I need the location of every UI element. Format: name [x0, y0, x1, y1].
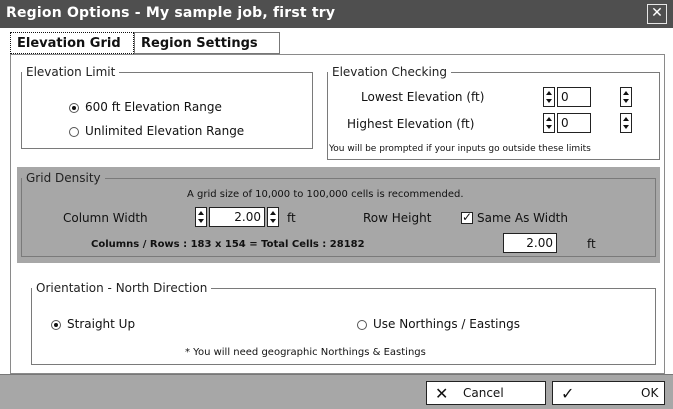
unlimited-range-label: Unlimited Elevation Range	[85, 124, 245, 138]
dialog-footer: ✕ Cancel ✓ OK	[0, 374, 673, 409]
cancel-button[interactable]: ✕ Cancel	[426, 381, 546, 405]
column-width-input[interactable]: 2.00	[209, 207, 265, 227]
grid-density-legend: Grid Density	[26, 171, 101, 185]
same-as-width-label: Same As Width	[477, 211, 568, 225]
ok-label: OK	[641, 386, 659, 400]
lowest-spin-left[interactable]	[543, 87, 555, 107]
use-northings-radio[interactable]	[357, 320, 367, 330]
row-height-label: Row Height	[363, 211, 432, 225]
ok-button[interactable]: ✓ OK	[552, 381, 665, 405]
column-width-unit: ft	[287, 211, 296, 225]
range-600-radio[interactable]	[69, 103, 79, 113]
ok-check-icon: ✓	[561, 384, 575, 403]
elevation-limit-legend: Elevation Limit	[26, 65, 116, 79]
row-height-unit: ft	[587, 237, 596, 251]
tab-region-settings[interactable]: Region Settings	[134, 32, 280, 54]
cancel-label: Cancel	[463, 386, 504, 400]
column-width-spin-left[interactable]	[195, 207, 207, 227]
range-600-label: 600 ft Elevation Range	[85, 100, 222, 114]
unlimited-range-radio[interactable]	[69, 127, 79, 137]
highest-spin-left[interactable]	[543, 113, 555, 133]
straight-up-radio[interactable]	[51, 320, 61, 330]
title-bar: Region Options - My sample job, first tr…	[0, 0, 673, 28]
cancel-icon: ✕	[435, 384, 449, 403]
grid-summary: Columns / Rows : 183 x 154 = Total Cells…	[91, 239, 365, 250]
straight-up-label: Straight Up	[67, 317, 136, 331]
tab-elevation-grid[interactable]: Elevation Grid	[10, 32, 134, 54]
lowest-elevation-input[interactable]: 0	[557, 87, 591, 107]
same-as-width-checkbox[interactable]	[461, 210, 473, 224]
orientation-note: * You will need geographic Northings & E…	[185, 347, 426, 358]
lowest-spin-right[interactable]	[620, 87, 632, 107]
column-width-spin-right[interactable]	[267, 207, 279, 227]
lowest-elevation-label: Lowest Elevation (ft)	[361, 90, 485, 104]
highest-elevation-input[interactable]: 0	[557, 113, 591, 133]
elevation-checking-note: You will be prompted if your inputs go o…	[329, 144, 591, 154]
orientation-legend: Orientation - North Direction	[36, 281, 208, 295]
use-northings-label: Use Northings / Eastings	[373, 317, 520, 331]
row-height-input[interactable]: 2.00	[503, 233, 557, 253]
window-title: Region Options - My sample job, first tr…	[6, 5, 336, 21]
column-width-label: Column Width	[63, 211, 148, 225]
grid-size-hint: A grid size of 10,000 to 100,000 cells i…	[187, 189, 464, 200]
highest-spin-right[interactable]	[620, 113, 632, 133]
elevation-checking-legend: Elevation Checking	[332, 65, 448, 79]
close-button[interactable]: ✕	[647, 4, 667, 24]
highest-elevation-label: Highest Elevation (ft)	[347, 117, 475, 131]
close-icon: ✕	[651, 5, 663, 21]
tab-panel: Elevation Limit 600 ft Elevation Range U…	[10, 54, 665, 374]
